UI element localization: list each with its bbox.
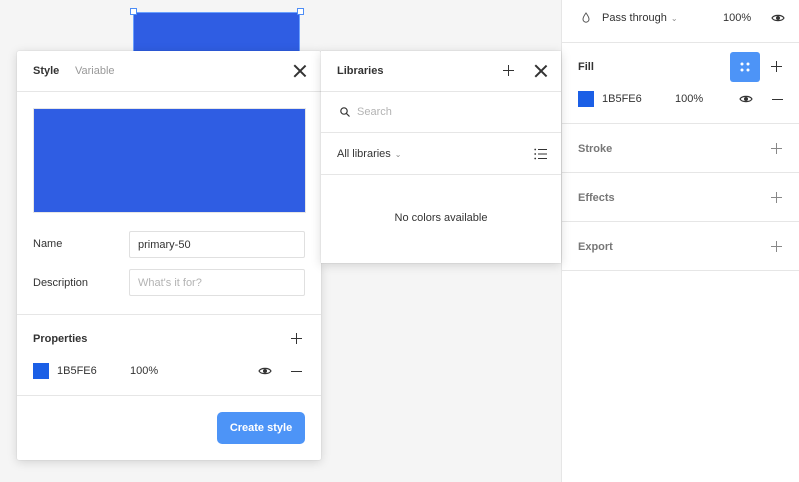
libraries-search xyxy=(321,92,561,133)
search-icon xyxy=(340,107,350,117)
search-input[interactable] xyxy=(357,101,547,123)
property-hex-value[interactable]: 1B5FE6 xyxy=(57,365,97,377)
add-export-icon[interactable] xyxy=(771,241,782,252)
list-view-icon[interactable] xyxy=(534,148,547,160)
remove-fill-icon[interactable] xyxy=(772,99,783,100)
create-style-button[interactable]: Create style xyxy=(217,412,305,444)
add-fill-icon[interactable] xyxy=(771,61,782,72)
property-visibility-eye-icon[interactable] xyxy=(258,366,272,376)
properties-panel: Pass through ⌄ 100% Fill 1B5FE6 100% Str… xyxy=(561,0,799,482)
export-title: Export xyxy=(578,241,613,253)
drop-icon xyxy=(582,12,590,23)
tab-style[interactable]: Style xyxy=(33,65,59,77)
add-stroke-icon[interactable] xyxy=(771,143,782,154)
style-grid-button[interactable] xyxy=(730,52,760,82)
effects-title: Effects xyxy=(578,192,615,204)
resize-handle-top-right[interactable] xyxy=(297,8,304,15)
eye-icon[interactable] xyxy=(771,13,785,23)
description-input[interactable] xyxy=(129,269,305,296)
divider xyxy=(17,395,321,396)
resize-handle-top-left[interactable] xyxy=(130,8,137,15)
style-panel-header: Style Variable xyxy=(17,51,321,92)
add-property-icon[interactable] xyxy=(291,333,302,344)
libraries-filter: All libraries ⌄ xyxy=(321,133,561,175)
name-label: Name xyxy=(33,238,63,250)
fill-visibility-eye-icon[interactable] xyxy=(739,94,753,104)
fill-hex-value[interactable]: 1B5FE6 xyxy=(602,93,642,105)
fill-color-swatch[interactable] xyxy=(578,91,594,107)
layer-opacity[interactable]: 100% xyxy=(723,12,751,24)
tab-variable[interactable]: Variable xyxy=(75,65,115,77)
grid-dots-icon xyxy=(740,62,750,72)
properties-title: Properties xyxy=(33,333,88,345)
stroke-section: Stroke xyxy=(562,124,799,173)
add-library-icon[interactable] xyxy=(503,65,514,76)
export-section: Export xyxy=(562,222,799,271)
name-input[interactable] xyxy=(129,231,305,258)
fill-opacity-value[interactable]: 100% xyxy=(675,93,703,105)
property-opacity-value[interactable]: 100% xyxy=(130,365,158,377)
fill-section: Fill 1B5FE6 100% xyxy=(562,43,799,124)
chevron-down-icon: ⌄ xyxy=(394,150,402,159)
property-color-swatch[interactable] xyxy=(33,363,49,379)
libraries-panel: Libraries All libraries⌄ No colors avail… xyxy=(321,51,561,263)
chevron-down-icon: ⌄ xyxy=(670,14,678,23)
stroke-title: Stroke xyxy=(578,143,613,155)
layer-section: Pass through ⌄ 100% xyxy=(562,0,799,43)
fill-title: Fill xyxy=(578,61,594,73)
library-filter-dropdown[interactable]: All libraries ⌄ xyxy=(337,148,402,160)
close-icon[interactable] xyxy=(294,65,306,77)
description-label: Description xyxy=(33,277,89,289)
blend-mode-label: Pass through xyxy=(602,12,667,24)
color-preview xyxy=(33,108,306,213)
divider xyxy=(17,314,321,315)
add-effect-icon[interactable] xyxy=(771,192,782,203)
remove-property-icon[interactable] xyxy=(291,371,302,372)
effects-section: Effects xyxy=(562,173,799,222)
libraries-header: Libraries xyxy=(321,51,561,92)
blend-mode-dropdown[interactable]: Pass through ⌄ xyxy=(602,12,678,24)
create-style-panel: Style Variable Name Description Properti… xyxy=(17,51,321,460)
empty-state-message: No colors available xyxy=(394,212,488,224)
close-icon[interactable] xyxy=(535,65,547,77)
libraries-title: Libraries xyxy=(337,65,384,77)
library-filter-label: All libraries xyxy=(337,148,391,160)
